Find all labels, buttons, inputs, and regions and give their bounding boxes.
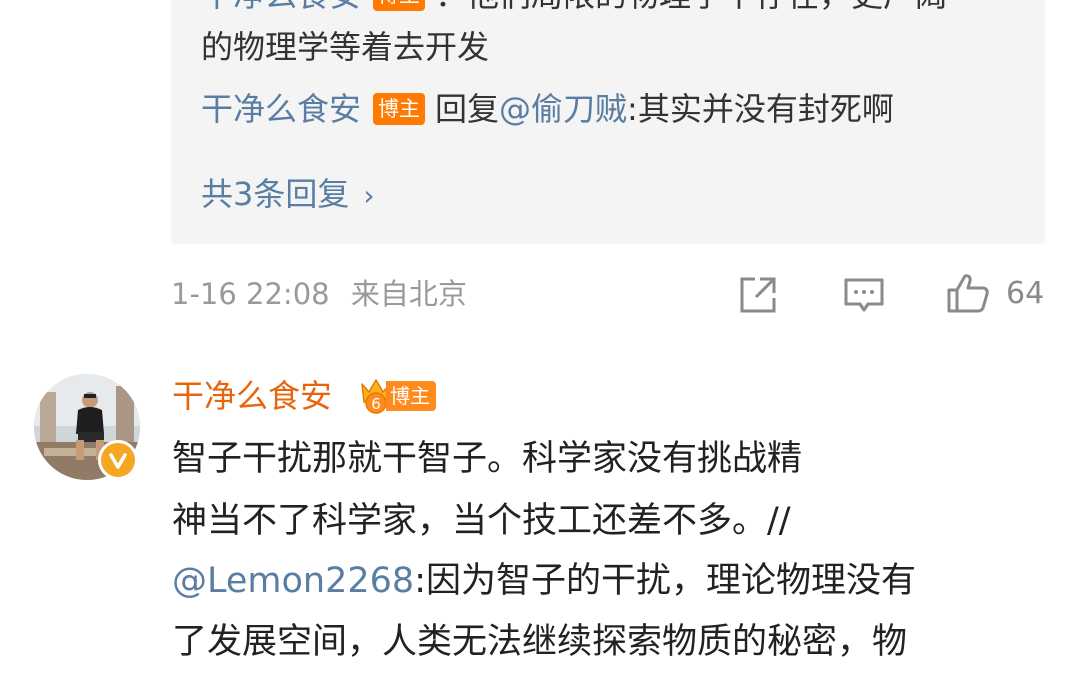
comment-time: 1-16 22:08 [171, 277, 330, 311]
comment-text-line: 了发展空间，人类无法继续探索物质的秘密，物 [172, 622, 908, 662]
comment-icon[interactable] [843, 277, 885, 315]
share-icon[interactable] [738, 275, 778, 315]
mention-link[interactable]: @偷刀贼 [499, 90, 627, 128]
sub-reply-text: ：他们局限的物理学不存在，更广阔 [435, 0, 947, 14]
comment-author[interactable]: 干净么食安 [172, 374, 332, 418]
comment-source: 来自北京 [350, 277, 467, 311]
mention-link[interactable]: @Lemon2268 [172, 561, 414, 601]
comment-text-line: @Lemon2268:因为智子的干扰，理论物理没有 [172, 556, 916, 606]
chevron-right-icon: › [363, 179, 375, 212]
blogger-badge: 博主 [386, 381, 436, 411]
sub-reply-text: :其实并没有封死啊 [627, 90, 894, 128]
sub-reply-author[interactable]: 干净么食安 [201, 90, 361, 128]
sub-reply-1-continued: 的物理学等着去开发 [201, 24, 489, 70]
more-replies-label: 共3条回复 [201, 175, 350, 213]
verified-badge-icon [98, 440, 138, 480]
comment-text-line: 智子干扰那就干智子。科学家没有挑战精 [172, 439, 803, 479]
sub-reply-2[interactable]: 干净么食安 博主 回复@偷刀贼:其实并没有封死啊 [201, 86, 894, 132]
more-replies-link[interactable]: 共3条回复 › [201, 172, 375, 218]
sub-reply-1[interactable]: 干净么食安 博主 ：他们局限的物理学不存在，更广阔 [201, 0, 947, 18]
reply-prefix: 回复 [435, 90, 500, 128]
sub-replies-panel: 干净么食安博主：他们局限的物理学不存在，更广阔 的物理学等着去开发 干净么食安博… [171, 0, 1045, 244]
blogger-badge: 博主 [373, 0, 426, 11]
comment-meta: 1-16 22:08 来自北京 [171, 272, 467, 316]
sub-reply-text: 的物理学等着去开发 [201, 28, 490, 66]
blogger-badge: 博主 [373, 93, 426, 125]
sub-reply-author[interactable]: 干净么食安 [201, 0, 361, 14]
thumbs-up-icon[interactable] [946, 272, 990, 314]
like-count: 64 [1006, 276, 1045, 311]
comment-text-line: 神当不了科学家，当个技工还差不多。// [172, 501, 791, 541]
comment-text: :因为智子的干扰，理论物理没有 [414, 561, 916, 601]
svg-text:6: 6 [371, 395, 381, 413]
